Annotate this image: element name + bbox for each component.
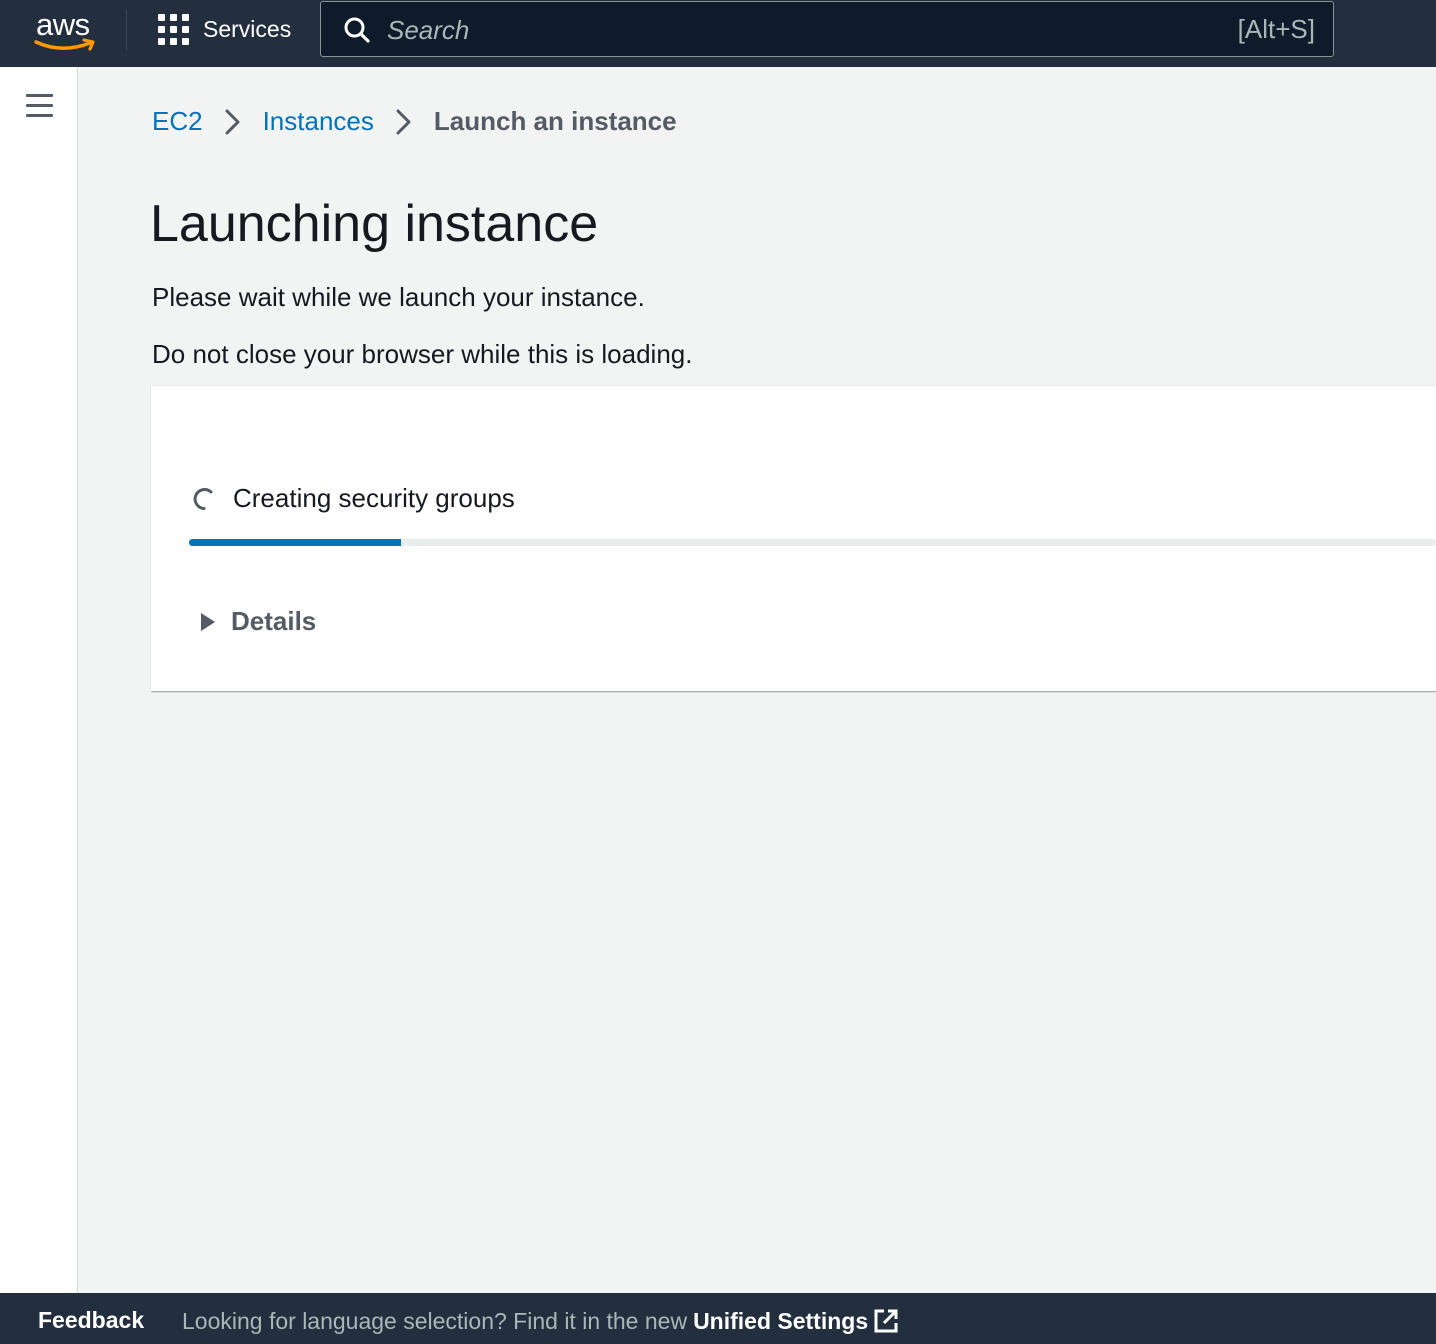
top-navigation: aws Services [Alt+S] (0, 0, 1436, 67)
services-grid-icon (158, 13, 189, 45)
chevron-right-icon (225, 109, 240, 134)
details-expander[interactable]: Details (199, 606, 316, 637)
wait-message: Please wait while we launch your instanc… (152, 282, 645, 312)
nav-divider (126, 10, 127, 50)
language-selection-message: Looking for language selection? Find it … (182, 1307, 900, 1335)
services-menu-button[interactable]: Services (158, 13, 291, 45)
services-label: Services (203, 15, 292, 42)
launch-progress-panel: Creating security groups Details (151, 385, 1436, 691)
aws-logo[interactable]: aws (30, 6, 100, 54)
language-message-text: Looking for language selection? Find it … (182, 1307, 688, 1334)
page-title: Launching instance (150, 195, 599, 253)
breadcrumb-instances-link[interactable]: Instances (263, 106, 374, 137)
progress-status-text: Creating security groups (233, 483, 515, 513)
side-navigation-rail (0, 67, 78, 1293)
breadcrumb-current-page: Launch an instance (433, 106, 677, 136)
progress-bar (189, 539, 1436, 546)
loading-spinner-icon (193, 487, 213, 510)
aws-logo-text: aws (36, 7, 90, 42)
caret-right-icon (201, 612, 215, 631)
search-shortcut-hint: [Alt+S] (1237, 14, 1315, 44)
details-label: Details (231, 606, 317, 636)
unified-settings-link[interactable]: Unified Settings (693, 1308, 868, 1335)
feedback-link[interactable]: Feedback (38, 1307, 144, 1334)
chevron-right-icon (396, 109, 411, 134)
search-input[interactable] (387, 10, 1227, 50)
browser-warning-message: Do not close your browser while this is … (152, 339, 693, 369)
aws-smile-icon (34, 38, 95, 51)
search-box[interactable]: [Alt+S] (320, 1, 1334, 57)
search-icon (344, 17, 370, 43)
menu-hamburger-icon[interactable] (26, 94, 53, 118)
breadcrumb: EC2 Instances Launch an instance (152, 106, 677, 137)
progress-status-row: Creating security groups (191, 483, 515, 514)
external-link-icon[interactable] (872, 1307, 900, 1335)
breadcrumb-ec2-link[interactable]: EC2 (152, 106, 203, 137)
footer: Feedback Looking for language selection?… (0, 1293, 1436, 1344)
progress-bar-fill (189, 539, 401, 546)
